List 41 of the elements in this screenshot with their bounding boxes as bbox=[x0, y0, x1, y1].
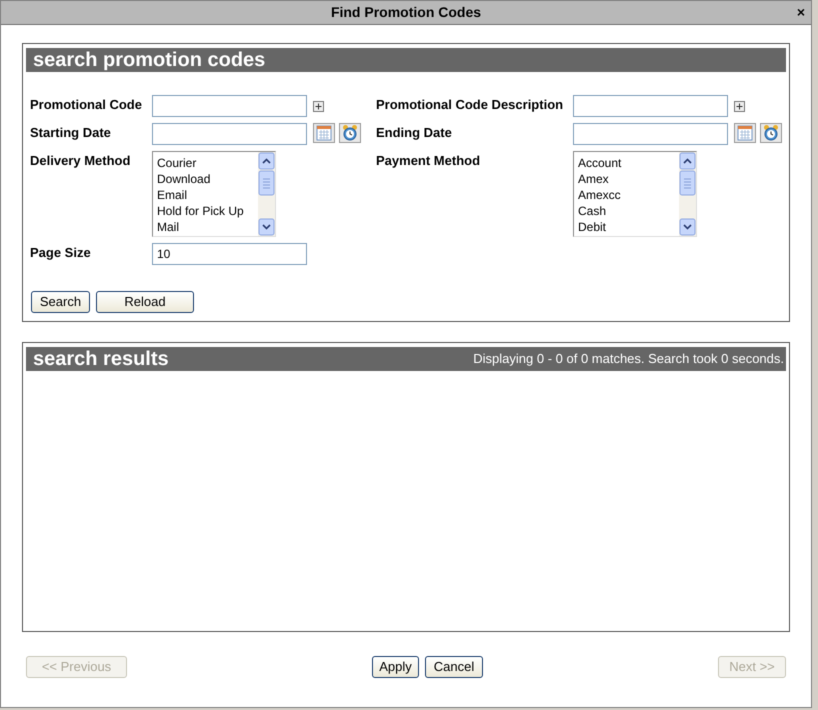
list-option[interactable]: Amex bbox=[578, 171, 679, 187]
scrollbar-drawing[interactable] bbox=[258, 152, 275, 236]
field-label: Payment Method bbox=[376, 152, 482, 170]
list-option[interactable]: Email bbox=[157, 187, 258, 203]
calendar-icon[interactable] bbox=[313, 123, 335, 143]
field-label: Promotional Code bbox=[30, 96, 143, 114]
field-label: Promotional Code Description bbox=[376, 96, 564, 114]
field-label: Starting Date bbox=[30, 124, 112, 142]
button[interactable]: Apply bbox=[372, 656, 419, 678]
list-option[interactable]: Amexcc bbox=[578, 187, 679, 203]
list-option[interactable]: Cash bbox=[578, 203, 679, 219]
field-label: Page Size bbox=[30, 244, 92, 262]
list-box[interactable]: Courier Download Email Hold for Pick Up Mail bbox=[152, 151, 276, 237]
list-option[interactable]: Hold for Pick Up bbox=[157, 203, 258, 219]
section-title: search results bbox=[33, 347, 169, 371]
list-option[interactable]: Courier bbox=[157, 155, 258, 171]
alarm-clock-icon[interactable] bbox=[339, 123, 361, 143]
button[interactable]: Cancel bbox=[425, 656, 483, 678]
list-option[interactable]: Debit bbox=[578, 219, 679, 235]
field-label: Ending Date bbox=[376, 124, 453, 142]
scrollbar-drawing[interactable] bbox=[679, 152, 696, 236]
results-status: Displaying 0 - 0 of 0 matches. Search took 0 seconds. bbox=[473, 350, 784, 368]
field-label: Delivery Method bbox=[30, 152, 132, 170]
button[interactable]: Search bbox=[31, 291, 90, 313]
close-button[interactable]: × bbox=[796, 4, 805, 20]
calendar-icon[interactable] bbox=[734, 123, 756, 143]
list-option[interactable]: Account bbox=[578, 155, 679, 171]
list-option[interactable]: Download bbox=[157, 171, 258, 187]
text-field[interactable] bbox=[152, 95, 307, 117]
text-field[interactable]: 10 bbox=[152, 243, 307, 265]
text-field[interactable] bbox=[573, 123, 728, 145]
button[interactable]: Reload bbox=[96, 291, 194, 313]
section-title: search promotion codes bbox=[33, 48, 266, 72]
window-title: Find Promotion Codes bbox=[330, 3, 482, 22]
list-option[interactable]: Mail bbox=[157, 219, 258, 235]
text-field[interactable] bbox=[573, 95, 728, 117]
alarm-clock-icon[interactable] bbox=[760, 123, 782, 143]
list-box[interactable]: Account Amex Amexcc Cash Debit bbox=[573, 151, 697, 237]
expand-icon[interactable] bbox=[734, 101, 745, 112]
text-field[interactable] bbox=[152, 123, 307, 145]
expand-icon[interactable] bbox=[313, 101, 324, 112]
